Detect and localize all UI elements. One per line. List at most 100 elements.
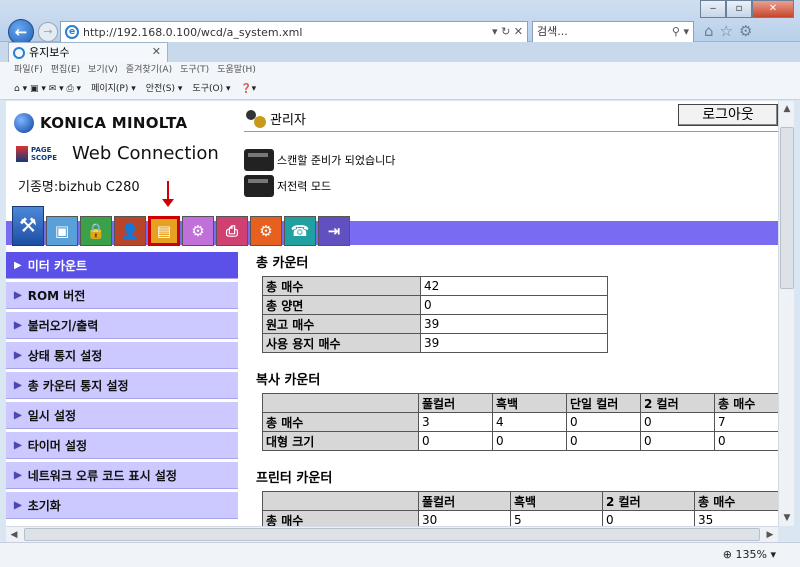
zoom-icon: ⊕: [722, 548, 733, 561]
admin-icon: [244, 109, 266, 128]
menu-status-notification[interactable]: ▶ 상태 통지 설정: [6, 342, 238, 369]
maximize-button[interactable]: ▫: [726, 0, 752, 18]
tab-store-address[interactable]: ☎: [284, 216, 316, 246]
scroll-down-icon[interactable]: ▼: [779, 510, 795, 526]
menu-network-error-code[interactable]: ▶ 네트워크 오류 코드 표시 설정: [6, 462, 238, 489]
copy-counter-table: 풀컬러 흑백 단일 컬러 2 컬러 총 매수 총 매수 3 4 0 0 7 대형…: [262, 393, 778, 451]
column-header: 흑백: [492, 393, 567, 413]
globe-icon: [14, 113, 34, 133]
minimize-button[interactable]: ‒: [700, 0, 726, 18]
table-row: 총 매수 42: [262, 276, 608, 296]
menu-total-counter-notification[interactable]: ▶ 총 카운터 통지 설정: [6, 372, 238, 399]
menu-favorites[interactable]: 즐겨찾기(A): [126, 62, 172, 78]
row-label: 총 양면: [262, 295, 421, 315]
menu-help[interactable]: 도움말(H): [217, 62, 256, 78]
network-icon: ⚙: [259, 222, 273, 240]
menu-edit[interactable]: 편집(E): [51, 62, 80, 78]
status-bar: ⊕ 135% ▾: [0, 542, 800, 567]
blank-header-cell: [262, 491, 419, 511]
tab-network[interactable]: ⚙: [250, 216, 282, 246]
category-tabs: ⚒ ▣ 🔒 👤 ▤ ⚙ ⎙ ⚙ ☎ ⇥: [12, 206, 352, 246]
tab-system-settings[interactable]: ⚙: [182, 216, 214, 246]
model-name: 기종명:bizhub C280: [18, 180, 140, 195]
triangle-right-icon: ▶: [14, 409, 22, 421]
total-counter-table: 총 매수 42 총 양면 0 원고 매수 39 사용 용지 매수 39: [262, 276, 608, 353]
browser-tab[interactable]: 유지보수 ✕: [8, 42, 168, 62]
tab-user-auth[interactable]: 👤: [114, 216, 146, 246]
menu-meter-count[interactable]: ▶ 미터 카운트: [6, 252, 238, 279]
pagescope-mark-icon: [16, 145, 28, 162]
address-bar[interactable]: e http://192.168.0.100/wcd/a_system.xml …: [60, 21, 528, 43]
column-header: 2 컬러: [602, 491, 695, 511]
scroll-up-icon[interactable]: ▲: [779, 101, 795, 117]
box-icon: ▣: [54, 222, 70, 240]
close-button[interactable]: ✕: [752, 0, 794, 18]
menu-initialize[interactable]: ▶ 초기화: [6, 492, 238, 519]
search-placeholder: 검색...: [537, 25, 568, 38]
column-header: 풀컬러: [418, 491, 511, 511]
table-row: 총 양면 0: [262, 295, 608, 315]
command-tools[interactable]: 도구(O) ▾: [192, 78, 230, 99]
triangle-right-icon: ▶: [14, 349, 22, 361]
chevron-down-icon: ▾: [770, 548, 776, 561]
header-divider: [244, 131, 778, 132]
brand-name: KONICA MINOLTA: [40, 114, 188, 132]
vertical-scrollbar[interactable]: ▲ ▼: [778, 101, 794, 526]
forward-button[interactable]: →: [38, 22, 58, 42]
printer-counter-table: 풀컬러 흑백 2 컬러 총 매수 총 매수 30 5 0 35: [262, 491, 778, 526]
menu-rom-version[interactable]: ▶ ROM 버전: [6, 282, 238, 309]
command-page[interactable]: 페이지(P) ▾: [91, 78, 136, 99]
tab-title: 유지보수: [29, 45, 70, 59]
row-label: 총 매수: [262, 276, 421, 296]
command-icons[interactable]: ⌂ ▾ ▣ ▾ ✉ ▾ ⎙ ▾: [14, 78, 81, 99]
scroll-left-icon[interactable]: ◀: [6, 527, 22, 543]
column-header: 2 컬러: [640, 393, 715, 413]
search-box[interactable]: 검색... ⚲ ▾: [532, 21, 694, 43]
help-icon[interactable]: ❓▾: [240, 78, 256, 99]
window-controls: ‒ ▫ ✕: [700, 0, 794, 18]
tab-security[interactable]: 🔒: [80, 216, 112, 246]
horizontal-scrollbar[interactable]: ◀ ▶: [6, 526, 778, 542]
tab-print-settings[interactable]: ⎙: [216, 216, 248, 246]
refresh-icon[interactable]: ▾ ↻ ✕: [492, 25, 523, 38]
power-status: 저전력 모드: [244, 175, 331, 197]
menu-file[interactable]: 파일(F): [14, 62, 43, 78]
menu-view[interactable]: 보기(V): [88, 62, 118, 78]
search-icon[interactable]: ⚲ ▾: [672, 22, 689, 42]
row-label: 사용 용지 매수: [262, 333, 421, 353]
tab-close-icon[interactable]: ✕: [152, 43, 161, 61]
menu-tools[interactable]: 도구(T): [180, 62, 209, 78]
column-header: 단일 컬러: [566, 393, 641, 413]
cell-value: 0: [418, 431, 493, 451]
horizontal-scroll-thumb[interactable]: [24, 528, 760, 541]
column-header: 총 매수: [714, 393, 778, 413]
konica-minolta-logo: KONICA MINOLTA: [14, 113, 187, 133]
cell-value: 0: [566, 431, 641, 451]
web-connection-logo: PAGE SCOPE Web Connection: [16, 143, 219, 164]
command-safety[interactable]: 안전(S) ▾: [146, 78, 183, 99]
column-header: 흑백: [510, 491, 603, 511]
menu-timer[interactable]: ▶ 타이머 설정: [6, 432, 238, 459]
menu-import-export[interactable]: ▶ 불러오기/출력: [6, 312, 238, 339]
table-header-row: 풀컬러 흑백 단일 컬러 2 컬러 총 매수: [262, 393, 778, 413]
tab-maintenance[interactable]: ▤: [148, 216, 180, 246]
left-menu: ▶ 미터 카운트 ▶ ROM 버전 ▶ 불러오기/출력 ▶ 상태 통지 설정 ▶ 총 카운…: [6, 252, 238, 522]
cell-value: 0: [714, 431, 778, 451]
address-url[interactable]: http://192.168.0.100/wcd/a_system.xml: [83, 26, 302, 39]
tab-box[interactable]: ▣: [46, 216, 78, 246]
row-value: 39: [420, 314, 608, 334]
maintenance-icon: ▤: [156, 222, 172, 240]
home-favorites-tools-icons[interactable]: ⌂☆⚙: [704, 22, 758, 40]
pagescope-label: PAGE SCOPE: [31, 146, 57, 162]
tools-icon[interactable]: ⚒: [12, 206, 44, 246]
scroll-right-icon[interactable]: ▶: [762, 527, 778, 543]
address-book-icon: ☎: [290, 222, 310, 240]
cell-value: 5: [510, 510, 603, 526]
logout-button[interactable]: 로그아웃: [678, 104, 778, 126]
menu-date-time[interactable]: ▶ 일시 설정: [6, 402, 238, 429]
zoom-control[interactable]: ⊕ 135% ▾: [723, 548, 776, 561]
product-name: Web Connection: [72, 143, 219, 164]
admin-text: 관리자: [270, 113, 306, 128]
vertical-scroll-thumb[interactable]: [780, 127, 794, 289]
tab-fax-settings[interactable]: ⇥: [318, 216, 350, 246]
